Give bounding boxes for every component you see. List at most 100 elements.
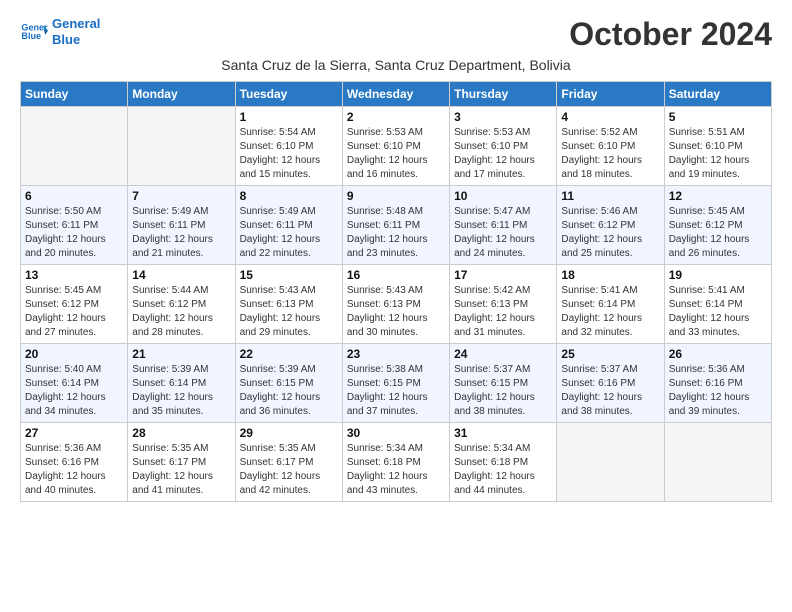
- day-info: Sunrise: 5:40 AMSunset: 6:14 PMDaylight:…: [25, 363, 123, 419]
- day-number: 24: [454, 347, 552, 361]
- page: General Blue General Blue October 2024 S…: [0, 0, 792, 518]
- day-info: Sunrise: 5:49 AMSunset: 6:11 PMDaylight:…: [132, 205, 230, 261]
- calendar-cell: 26 Sunrise: 5:36 AMSunset: 6:16 PMDayligh…: [664, 344, 771, 423]
- day-info: Sunrise: 5:54 AMSunset: 6:10 PMDaylight:…: [240, 126, 338, 182]
- day-number: 1: [240, 110, 338, 124]
- week-row-2: 6Sunrise: 5:50 AMSunset: 6:11 PMDaylight…: [21, 186, 772, 265]
- calendar-cell: 27Sunrise: 5:36 AMSunset: 6:16 PMDayligh…: [21, 423, 128, 502]
- logo-icon: General Blue: [20, 18, 48, 46]
- calendar-cell: 16 Sunrise: 5:43 AMSunset: 6:13 PMDayligh…: [342, 265, 449, 344]
- calendar-cell: 18 Sunrise: 5:41 AMSunset: 6:14 PMDayligh…: [557, 265, 664, 344]
- calendar-cell: [21, 107, 128, 186]
- calendar-cell: [128, 107, 235, 186]
- calendar-cell: 22 Sunrise: 5:39 AMSunset: 6:15 PMDayligh…: [235, 344, 342, 423]
- day-info: Sunrise: 5:49 AMSunset: 6:11 PMDaylight:…: [240, 205, 338, 261]
- calendar-cell: 21Sunrise: 5:39 AMSunset: 6:14 PMDayligh…: [128, 344, 235, 423]
- calendar-cell: 31Sunrise: 5:34 AMSunset: 6:18 PMDayligh…: [450, 423, 557, 502]
- calendar-cell: 10 Sunrise: 5:47 AMSunset: 6:11 PMDayligh…: [450, 186, 557, 265]
- col-friday: Friday: [557, 82, 664, 107]
- calendar-cell: 9 Sunrise: 5:48 AMSunset: 6:11 PMDaylight…: [342, 186, 449, 265]
- day-info: Sunrise: 5:37 AMSunset: 6:15 PMDaylight:…: [454, 363, 552, 419]
- day-info: Sunrise: 5:35 AMSunset: 6:17 PMDaylight:…: [240, 442, 338, 498]
- calendar-cell: 24 Sunrise: 5:37 AMSunset: 6:15 PMDayligh…: [450, 344, 557, 423]
- calendar-cell: 28 Sunrise: 5:35 AMSunset: 6:17 PMDayligh…: [128, 423, 235, 502]
- calendar-cell: 30 Sunrise: 5:34 AMSunset: 6:18 PMDayligh…: [342, 423, 449, 502]
- calendar-cell: 19 Sunrise: 5:41 AMSunset: 6:14 PMDayligh…: [664, 265, 771, 344]
- week-row-1: 1 Sunrise: 5:54 AMSunset: 6:10 PMDaylight…: [21, 107, 772, 186]
- calendar: Sunday Monday Tuesday Wednesday Thursday…: [20, 81, 772, 502]
- col-tuesday: Tuesday: [235, 82, 342, 107]
- day-number: 28: [132, 426, 230, 440]
- day-info: Sunrise: 5:43 AMSunset: 6:13 PMDaylight:…: [240, 284, 338, 340]
- day-info: Sunrise: 5:52 AMSunset: 6:10 PMDaylight:…: [561, 126, 659, 182]
- day-number: 13: [25, 268, 123, 282]
- day-info: Sunrise: 5:44 AMSunset: 6:12 PMDaylight:…: [132, 284, 230, 340]
- day-info: Sunrise: 5:37 AMSunset: 6:16 PMDaylight:…: [561, 363, 659, 419]
- day-number: 16: [347, 268, 445, 282]
- day-number: 5: [669, 110, 767, 124]
- day-number: 14: [132, 268, 230, 282]
- day-info: Sunrise: 5:39 AMSunset: 6:15 PMDaylight:…: [240, 363, 338, 419]
- day-number: 3: [454, 110, 552, 124]
- week-row-5: 27Sunrise: 5:36 AMSunset: 6:16 PMDayligh…: [21, 423, 772, 502]
- day-number: 15: [240, 268, 338, 282]
- calendar-cell: 29 Sunrise: 5:35 AMSunset: 6:17 PMDayligh…: [235, 423, 342, 502]
- calendar-cell: 7 Sunrise: 5:49 AMSunset: 6:11 PMDaylight…: [128, 186, 235, 265]
- col-saturday: Saturday: [664, 82, 771, 107]
- day-number: 10: [454, 189, 552, 203]
- day-info: Sunrise: 5:46 AMSunset: 6:12 PMDaylight:…: [561, 205, 659, 261]
- day-number: 19: [669, 268, 767, 282]
- day-number: 9: [347, 189, 445, 203]
- day-info: Sunrise: 5:35 AMSunset: 6:17 PMDaylight:…: [132, 442, 230, 498]
- day-info: Sunrise: 5:42 AMSunset: 6:13 PMDaylight:…: [454, 284, 552, 340]
- day-info: Sunrise: 5:53 AMSunset: 6:10 PMDaylight:…: [454, 126, 552, 182]
- day-number: 22: [240, 347, 338, 361]
- col-thursday: Thursday: [450, 82, 557, 107]
- day-number: 18: [561, 268, 659, 282]
- calendar-cell: 2Sunrise: 5:53 AMSunset: 6:10 PMDaylight…: [342, 107, 449, 186]
- calendar-header-row: Sunday Monday Tuesday Wednesday Thursday…: [21, 82, 772, 107]
- day-info: Sunrise: 5:47 AMSunset: 6:11 PMDaylight:…: [454, 205, 552, 261]
- day-info: Sunrise: 5:39 AMSunset: 6:14 PMDaylight:…: [132, 363, 230, 419]
- col-sunday: Sunday: [21, 82, 128, 107]
- day-info: Sunrise: 5:34 AMSunset: 6:18 PMDaylight:…: [347, 442, 445, 498]
- day-info: Sunrise: 5:41 AMSunset: 6:14 PMDaylight:…: [669, 284, 767, 340]
- svg-text:Blue: Blue: [21, 31, 41, 41]
- calendar-cell: 1 Sunrise: 5:54 AMSunset: 6:10 PMDaylight…: [235, 107, 342, 186]
- week-row-3: 13Sunrise: 5:45 AMSunset: 6:12 PMDayligh…: [21, 265, 772, 344]
- month-title: October 2024: [569, 16, 772, 53]
- day-number: 8: [240, 189, 338, 203]
- calendar-cell: 25 Sunrise: 5:37 AMSunset: 6:16 PMDayligh…: [557, 344, 664, 423]
- day-info: Sunrise: 5:48 AMSunset: 6:11 PMDaylight:…: [347, 205, 445, 261]
- day-info: Sunrise: 5:43 AMSunset: 6:13 PMDaylight:…: [347, 284, 445, 340]
- day-number: 2: [347, 110, 445, 124]
- calendar-cell: 6Sunrise: 5:50 AMSunset: 6:11 PMDaylight…: [21, 186, 128, 265]
- day-number: 30: [347, 426, 445, 440]
- day-number: 7: [132, 189, 230, 203]
- day-number: 20: [25, 347, 123, 361]
- day-number: 11: [561, 189, 659, 203]
- calendar-cell: [664, 423, 771, 502]
- logo: General Blue General Blue: [20, 16, 100, 47]
- logo-text-general: General: [52, 16, 100, 32]
- col-monday: Monday: [128, 82, 235, 107]
- col-wednesday: Wednesday: [342, 82, 449, 107]
- day-number: 17: [454, 268, 552, 282]
- day-info: Sunrise: 5:50 AMSunset: 6:11 PMDaylight:…: [25, 205, 123, 261]
- day-info: Sunrise: 5:34 AMSunset: 6:18 PMDaylight:…: [454, 442, 552, 498]
- header: General Blue General Blue October 2024: [20, 16, 772, 53]
- day-number: 4: [561, 110, 659, 124]
- calendar-cell: 3 Sunrise: 5:53 AMSunset: 6:10 PMDaylight…: [450, 107, 557, 186]
- day-info: Sunrise: 5:41 AMSunset: 6:14 PMDaylight:…: [561, 284, 659, 340]
- day-info: Sunrise: 5:45 AMSunset: 6:12 PMDaylight:…: [669, 205, 767, 261]
- calendar-cell: 5Sunrise: 5:51 AMSunset: 6:10 PMDaylight…: [664, 107, 771, 186]
- calendar-cell: 11 Sunrise: 5:46 AMSunset: 6:12 PMDayligh…: [557, 186, 664, 265]
- day-number: 26: [669, 347, 767, 361]
- day-number: 23: [347, 347, 445, 361]
- day-number: 25: [561, 347, 659, 361]
- calendar-cell: 17 Sunrise: 5:42 AMSunset: 6:13 PMDayligh…: [450, 265, 557, 344]
- day-number: 12: [669, 189, 767, 203]
- day-info: Sunrise: 5:36 AMSunset: 6:16 PMDaylight:…: [25, 442, 123, 498]
- day-info: Sunrise: 5:36 AMSunset: 6:16 PMDaylight:…: [669, 363, 767, 419]
- day-number: 29: [240, 426, 338, 440]
